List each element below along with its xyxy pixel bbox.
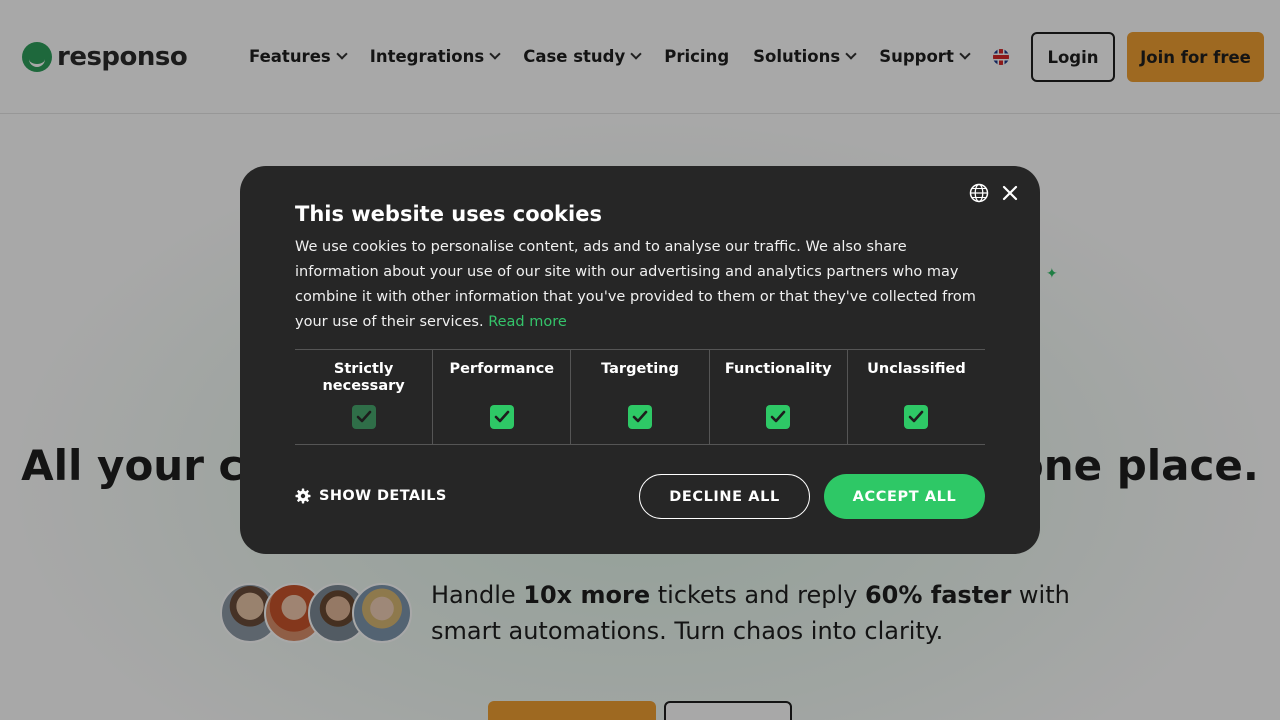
globe-icon[interactable] [969,183,989,203]
show-details-label: SHOW DETAILS [319,488,447,504]
category-strictly-necessary: Strictly necessary [295,350,432,444]
functionality-checkbox[interactable] [766,405,791,429]
category-targeting: Targeting [570,350,708,444]
category-unclassified: Unclassified [846,350,985,444]
category-label: Strictly necessary [322,361,405,394]
accept-all-button[interactable]: ACCEPT ALL [824,474,985,519]
category-label: Performance [449,361,555,377]
category-functionality: Functionality [708,350,847,444]
checkmark-icon [909,410,924,423]
cookie-body-text: We use cookies to personalise content, a… [295,239,976,330]
category-performance: Performance [432,350,570,444]
cookie-dialog: This website uses cookies We use cookies… [240,166,1040,554]
category-label: Unclassified [867,361,966,377]
show-details-toggle[interactable]: SHOW DETAILS [295,488,447,504]
checkmark-icon [632,410,648,423]
checkmark-icon [494,410,510,423]
close-icon[interactable] [1000,183,1020,203]
gear-icon [295,488,311,504]
targeting-checkbox[interactable] [628,405,652,429]
read-more-link[interactable]: Read more [488,314,567,330]
cookie-dialog-body: We use cookies to personalise content, a… [295,235,985,335]
performance-checkbox[interactable] [489,405,514,429]
category-label: Functionality [724,361,832,377]
decline-all-button[interactable]: DECLINE ALL [639,474,810,519]
cookie-categories: Strictly necessary Performance Targeting… [295,349,985,445]
checkmark-icon [356,410,371,423]
unclassified-checkbox[interactable] [904,405,929,429]
checkmark-icon [770,410,786,423]
category-label: Targeting [601,361,679,377]
cookie-dialog-title: This website uses cookies [295,202,602,226]
strictly-necessary-checkbox [351,405,376,429]
